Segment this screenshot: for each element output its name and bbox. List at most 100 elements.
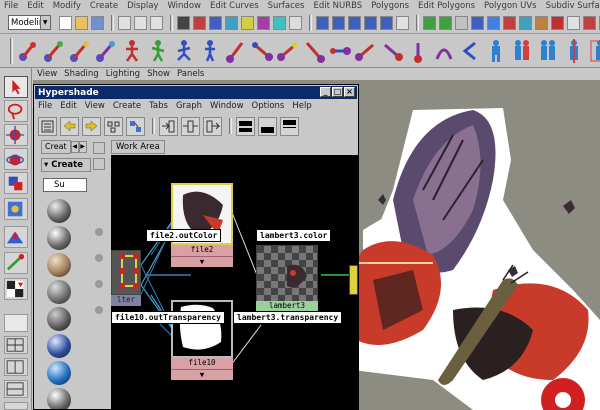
grid-mode-icon[interactable] (93, 158, 105, 170)
figure-select-icon[interactable] (589, 39, 600, 63)
node-file10[interactable] (171, 300, 233, 358)
work-area-graph[interactable]: file2 ▼ lter lambert3 file10 ▼ (111, 155, 358, 409)
menu-edit-curves[interactable]: Edit Curves (210, 1, 259, 11)
create-menu-button[interactable]: ▾ Create (41, 158, 91, 172)
pick-lights-icon[interactable] (272, 15, 286, 30)
viewport-menu-panels[interactable]: Panels (177, 69, 204, 79)
snap-plane-icon[interactable] (363, 15, 377, 30)
menu-subdiv-surfaces[interactable]: Subdiv Surfaces (546, 1, 600, 11)
tab-scroll-left-icon[interactable]: ◀ (70, 141, 79, 153)
graph-mode-icon[interactable] (93, 142, 105, 154)
pick-surfaces-icon[interactable] (240, 15, 254, 30)
constraint-tangent-icon[interactable] (433, 39, 455, 63)
last-tool-icon[interactable] (4, 278, 28, 300)
menu-edit-nurbs[interactable]: Edit NURBS (313, 1, 362, 11)
viewport-menu-shading[interactable]: Shading (64, 69, 99, 79)
tool-settings-icon[interactable] (502, 15, 516, 30)
material-swatch-ocean[interactable] (47, 334, 71, 358)
set-key-icon[interactable] (225, 39, 247, 63)
new-scene-icon[interactable] (58, 15, 72, 30)
hypershade-title-bar[interactable]: Hypershade _ □ × (35, 86, 357, 99)
constraint-pole-icon[interactable] (459, 39, 481, 63)
hypershade-menu-graph[interactable]: Graph (176, 101, 202, 111)
menu-edit[interactable]: Edit (27, 1, 43, 11)
select-component-icon[interactable] (149, 15, 163, 30)
pick-curves-icon[interactable] (224, 15, 238, 30)
node-filter-field[interactable]: Su (43, 178, 87, 192)
tab-work-area[interactable]: Work Area (111, 140, 165, 154)
arrow-right-icon[interactable] (82, 116, 101, 136)
ik-handle-icon[interactable] (43, 39, 65, 63)
render-icon[interactable] (422, 15, 436, 30)
figure-pair-icon[interactable] (537, 39, 559, 63)
channel-box-icon[interactable] (518, 15, 532, 30)
node-place2d[interactable] (111, 250, 141, 295)
toggle-create-bar-icon[interactable] (38, 116, 57, 136)
soft-mod-tool-icon[interactable] (4, 226, 28, 248)
select-object-icon[interactable] (133, 15, 147, 30)
rearrange-graph-icon[interactable] (126, 116, 145, 136)
bind-skin-icon[interactable] (95, 39, 117, 63)
bookmark-dot[interactable] (95, 228, 103, 236)
snap-grid-icon[interactable] (315, 15, 329, 30)
select-hierarchy-icon[interactable] (117, 15, 131, 30)
layout-persp-icon[interactable] (4, 380, 28, 398)
node-shading-group[interactable] (349, 265, 358, 295)
node-lambert3[interactable] (256, 245, 318, 303)
mask-icon[interactable] (176, 15, 190, 30)
move-icon[interactable] (582, 15, 596, 30)
material-swatch-lambert[interactable] (47, 280, 71, 304)
constraint-aim-icon[interactable] (277, 39, 299, 63)
pick-joints-icon[interactable] (208, 15, 222, 30)
hypershade-menu-edit[interactable]: Edit (60, 101, 76, 111)
menu-polygons[interactable]: Polygons (371, 1, 409, 11)
history-icon[interactable] (395, 15, 409, 30)
show-bottom-tabs-icon[interactable] (258, 116, 277, 136)
constraint-normal-icon[interactable] (407, 39, 429, 63)
render-globals-icon[interactable] (454, 15, 468, 30)
character-pose-icon[interactable] (147, 39, 169, 63)
hypershade-menu-options[interactable]: Options (252, 101, 285, 111)
menu-window[interactable]: Window (167, 1, 201, 11)
menu-modify[interactable]: Modify (53, 1, 81, 11)
hypershade-menu-view[interactable]: View (85, 101, 105, 111)
menu-create[interactable]: Create (90, 1, 118, 11)
figure-blue-icon[interactable] (485, 39, 507, 63)
menu-surfaces[interactable]: Surfaces (268, 1, 305, 11)
layout-graph-icon[interactable] (4, 402, 28, 410)
show-manip-icon[interactable] (4, 252, 28, 274)
character-stand-icon[interactable] (199, 39, 221, 63)
lasso-tool-icon[interactable] (4, 100, 28, 122)
help-icon[interactable] (470, 15, 484, 30)
layout-four-icon[interactable] (4, 336, 28, 354)
output-connections-icon[interactable] (203, 116, 222, 136)
live-surface-icon[interactable] (379, 15, 393, 30)
move-tool-icon[interactable] (4, 124, 28, 146)
magnet-icon[interactable] (550, 15, 564, 30)
snap-point-icon[interactable] (347, 15, 361, 30)
manipulator-tool-icon[interactable] (4, 198, 28, 220)
character-walk-icon[interactable] (173, 39, 195, 63)
attribute-editor-icon[interactable] (486, 15, 500, 30)
pick-misc-icon[interactable] (288, 15, 302, 30)
menu-edit-polygons[interactable]: Edit Polygons (418, 1, 475, 11)
maximize-icon[interactable]: □ (332, 87, 343, 97)
ipr-render-icon[interactable] (438, 15, 452, 30)
viewport-menu-lighting[interactable]: Lighting (106, 69, 140, 79)
wrench-icon[interactable] (534, 15, 548, 30)
material-swatch-blinn[interactable] (47, 226, 71, 250)
joint-tool-icon[interactable] (17, 39, 39, 63)
save-scene-icon[interactable] (90, 15, 104, 30)
hypershade-window[interactable]: Hypershade _ □ × File Edit View Create Tabs G… (33, 84, 359, 410)
hypershade-menu-help[interactable]: Help (292, 101, 311, 111)
both-connections-icon[interactable] (181, 116, 200, 136)
hypershade-menu-create[interactable]: Create (113, 101, 141, 111)
menu-polygon-uvs[interactable]: Polygon UVs (484, 1, 537, 11)
rotate-tool-icon[interactable] (4, 148, 28, 170)
material-swatch-anisotropic[interactable] (47, 199, 71, 223)
constraint-orient-icon[interactable] (303, 39, 325, 63)
viewport-menu-show[interactable]: Show (147, 69, 170, 79)
tab-scroll-right-icon[interactable]: ▶ (78, 141, 87, 153)
material-swatch-layered[interactable] (47, 307, 71, 331)
minimize-icon[interactable]: _ (320, 87, 331, 97)
